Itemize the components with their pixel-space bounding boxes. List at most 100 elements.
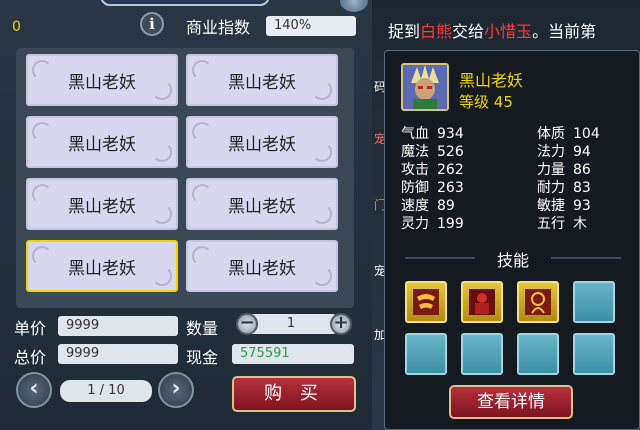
view-details-button[interactable]: 查看详情 <box>449 385 573 419</box>
monster-portrait <box>401 63 449 111</box>
top-counter: 0 <box>12 19 21 35</box>
shop-title-tab <box>100 0 270 6</box>
next-page-button[interactable]: › <box>158 372 194 408</box>
monster-level: 等级 45 <box>459 91 513 112</box>
stat-value: 262 <box>437 162 464 178</box>
stat-row: 五行木 <box>537 213 587 233</box>
monster-detail-panel: 黑山老妖 等级 45 气血 934 魔法 526 攻击 262 防御 263 速度 89 … <box>384 50 640 430</box>
business-index-value: 140% <box>266 16 356 36</box>
quest-npc: 小惜玉 <box>484 22 533 41</box>
skill-slot[interactable] <box>405 281 447 323</box>
stat-value: 934 <box>437 126 464 142</box>
stat-row: 法力 94 <box>537 141 591 161</box>
stat-label: 法力 <box>537 144 565 160</box>
skill-slot-empty[interactable] <box>461 333 503 375</box>
skill-slot-empty[interactable] <box>405 333 447 375</box>
quantity-input[interactable]: 1 <box>246 314 336 334</box>
business-index-label: 商业指数 <box>186 18 251 37</box>
quest-target: 白熊 <box>420 22 453 41</box>
stat-row: 气血 934 <box>401 123 464 143</box>
stat-value: 104 <box>573 126 600 142</box>
unit-price-label: 单价 <box>14 319 47 338</box>
stat-label: 五行 <box>537 216 565 232</box>
skill-slot-empty[interactable] <box>573 281 615 323</box>
quest-tracker[interactable]: 捉到白熊交给小惜玉。当前第 <box>388 18 640 46</box>
stat-label: 气血 <box>401 126 429 142</box>
stat-label: 敏捷 <box>537 198 565 214</box>
skill-warrior-icon <box>469 289 495 315</box>
skills-label: 技能 <box>496 251 529 270</box>
skill-mage-icon <box>525 289 551 315</box>
stat-label: 耐力 <box>537 180 565 196</box>
stat-value: 199 <box>437 216 464 232</box>
prev-page-button[interactable]: ‹ <box>16 372 52 408</box>
monster-avatar-icon <box>403 65 447 109</box>
skill-slot-empty[interactable] <box>573 333 615 375</box>
stat-row: 速度 89 <box>401 195 455 215</box>
stat-value: 木 <box>573 216 587 232</box>
goods-item-name: 黑山老妖 <box>68 134 136 155</box>
total-price-label: 总价 <box>14 348 47 367</box>
minus-button[interactable]: − <box>236 313 258 335</box>
quest-text: 。当前第 <box>532 22 597 41</box>
stat-value: 94 <box>573 144 591 160</box>
corner-ornament-icon <box>340 0 368 12</box>
quantity-label: 数量 <box>186 319 219 338</box>
buy-button[interactable]: 购 买 <box>232 376 356 412</box>
goods-item[interactable]: 黑山老妖 <box>26 116 178 168</box>
skill-slot-empty[interactable] <box>517 333 559 375</box>
stat-row: 体质 104 <box>537 123 600 143</box>
page-indicator: 1 / 10 <box>60 380 152 402</box>
stat-value: 263 <box>437 180 464 196</box>
stat-label: 力量 <box>537 162 565 178</box>
goods-item-name: 黑山老妖 <box>68 196 136 217</box>
shop-panel: 0 i 商业指数 140% 黑山老妖 黑山老妖 黑山老妖 黑山老妖 黑山老妖 黑… <box>0 0 372 430</box>
total-price-value: 9999 <box>58 344 178 364</box>
goods-item-name: 黑山老妖 <box>228 196 296 217</box>
stat-label: 速度 <box>401 198 429 214</box>
goods-item[interactable]: 黑山老妖 <box>26 240 178 292</box>
monster-name: 黑山老妖 <box>459 71 524 90</box>
stat-row: 耐力 83 <box>537 177 591 197</box>
goods-item[interactable]: 黑山老妖 <box>26 178 178 230</box>
quest-text: 交给 <box>452 22 485 41</box>
skill-claw-icon <box>413 289 439 315</box>
goods-item-name: 黑山老妖 <box>68 258 136 279</box>
stat-row: 敏捷 93 <box>537 195 591 215</box>
skill-slot[interactable] <box>461 281 503 323</box>
stat-label: 灵力 <box>401 216 429 232</box>
goods-item[interactable]: 黑山老妖 <box>186 178 338 230</box>
stat-value: 89 <box>437 198 455 214</box>
goods-item[interactable]: 黑山老妖 <box>186 54 338 106</box>
goods-item-name: 黑山老妖 <box>228 72 296 93</box>
stat-value: 86 <box>573 162 591 178</box>
level-label: 等级 <box>459 93 490 111</box>
stat-value: 93 <box>573 198 591 214</box>
goods-item-name: 黑山老妖 <box>228 134 296 155</box>
stat-row: 魔法 526 <box>401 141 464 161</box>
stat-row: 力量 86 <box>537 159 591 179</box>
goods-item-name: 黑山老妖 <box>68 72 136 93</box>
stat-label: 魔法 <box>401 144 429 160</box>
plus-button[interactable]: + <box>330 313 352 335</box>
stat-value: 526 <box>437 144 464 160</box>
stat-label: 攻击 <box>401 162 429 178</box>
goods-grid-container: 黑山老妖 黑山老妖 黑山老妖 黑山老妖 黑山老妖 黑山老妖 黑山老妖 黑山老妖 <box>16 48 354 308</box>
stat-row: 灵力 199 <box>401 213 464 233</box>
stat-label: 体质 <box>537 126 565 142</box>
stat-label: 防御 <box>401 180 429 196</box>
goods-item[interactable]: 黑山老妖 <box>186 116 338 168</box>
stat-row: 防御 263 <box>401 177 464 197</box>
info-icon[interactable]: i <box>140 12 164 36</box>
level-value: 45 <box>493 93 513 111</box>
stat-value: 83 <box>573 180 591 196</box>
stat-row: 攻击 262 <box>401 159 464 179</box>
divider <box>551 257 621 259</box>
goods-item[interactable]: 黑山老妖 <box>186 240 338 292</box>
quest-text: 捉到 <box>388 22 421 41</box>
goods-item[interactable]: 黑山老妖 <box>26 54 178 106</box>
cash-value: 575591 <box>232 344 354 364</box>
skill-slot[interactable] <box>517 281 559 323</box>
goods-item-name: 黑山老妖 <box>228 258 296 279</box>
unit-price-value: 9999 <box>58 316 178 336</box>
